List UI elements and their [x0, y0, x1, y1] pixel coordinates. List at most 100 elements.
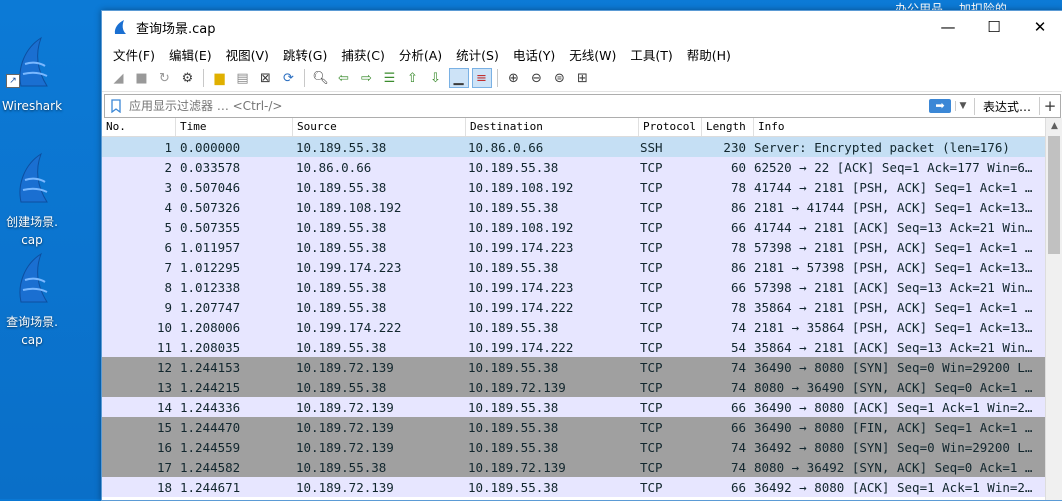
packet-length-cell: 78 — [730, 239, 746, 255]
packet-row[interactable]: 9 1.207747 10.189.55.38 10.199.174.222 TCP 78… — [102, 297, 1046, 317]
packet-row[interactable]: 7 1.012295 10.199.174.223 10.189.55.38 TCP 86… — [102, 257, 1046, 277]
scrollbar-thumb[interactable] — [1048, 136, 1060, 254]
packet-time-cell: 0.507355 — [180, 219, 241, 235]
packet-time-cell: 1.011957 — [180, 239, 241, 255]
packet-protocol-cell: TCP — [640, 399, 663, 415]
zoom-in-icon[interactable]: ⊕ — [504, 68, 524, 88]
zoom-normal-icon[interactable]: ⊜ — [550, 68, 570, 88]
menu-tools[interactable]: 工具(T) — [623, 45, 679, 64]
packet-row[interactable]: 8 1.012338 10.189.55.38 10.199.174.223 TCP 66… — [102, 277, 1046, 297]
close-file-icon[interactable]: ⊠ — [256, 68, 276, 88]
packet-row[interactable]: 5 0.507355 10.189.55.38 10.189.108.192 TCP 66… — [102, 217, 1046, 237]
packet-row[interactable]: 2 0.033578 10.86.0.66 10.189.55.38 TCP 60 6252… — [102, 157, 1046, 177]
menu-capture[interactable]: 捕获(C) — [334, 45, 391, 64]
find-packet-icon[interactable]: 🔍︎ — [311, 68, 331, 88]
packet-length-cell: 74 — [730, 319, 746, 335]
column-header-info[interactable]: Info — [754, 118, 1046, 136]
packet-row[interactable]: 12 1.244153 10.189.72.139 10.189.55.38 TCP 74… — [102, 357, 1046, 377]
packet-source-cell: 10.189.55.38 — [296, 299, 387, 315]
colorize-icon[interactable]: ≡ — [471, 68, 492, 88]
bookmark-icon[interactable] — [109, 99, 123, 113]
packet-time-cell: 0.000000 — [180, 139, 241, 155]
menu-go[interactable]: 跳转(G) — [276, 45, 334, 64]
packet-row[interactable]: 4 0.507326 10.189.108.192 10.189.55.38 TCP 86… — [102, 197, 1046, 217]
packet-row[interactable]: 17 1.244582 10.189.55.38 10.189.72.139 TCP 74… — [102, 457, 1046, 477]
stop-capture-icon[interactable]: ■ — [132, 68, 152, 88]
packet-source-cell: 10.199.174.222 — [296, 319, 402, 335]
go-first-icon[interactable]: ⇧ — [403, 68, 423, 88]
menu-help[interactable]: 帮助(H) — [680, 45, 738, 64]
packet-destination-cell: 10.189.55.38 — [468, 479, 559, 495]
display-filter-bar: ➡ ▼ 表达式… + — [104, 94, 1061, 118]
packet-info-cell: 8080 → 36490 [SYN, ACK] Seq=0 Ack=1 … — [754, 379, 1033, 395]
menu-telephony[interactable]: 电话(Y) — [506, 45, 562, 64]
packet-list-scrollbar[interactable]: ▲ — [1045, 118, 1062, 500]
packet-row[interactable]: 16 1.244559 10.189.72.139 10.189.55.38 TCP 74… — [102, 437, 1046, 457]
go-to-packet-icon[interactable]: ☰ — [380, 68, 400, 88]
packet-destination-cell: 10.189.72.139 — [468, 459, 566, 475]
column-header-no[interactable]: No. — [102, 118, 176, 136]
scroll-up-icon[interactable]: ▲ — [1046, 118, 1062, 135]
packet-list: No. Time Source Destination Protocol Len… — [102, 118, 1046, 500]
column-header-destination[interactable]: Destination — [466, 118, 639, 136]
packet-row[interactable]: 15 1.244470 10.189.72.139 10.189.55.38 TCP 66… — [102, 417, 1046, 437]
reload-file-icon[interactable]: ⟳ — [279, 68, 299, 88]
menu-edit[interactable]: 编辑(E) — [162, 45, 219, 64]
packet-protocol-cell: TCP — [640, 379, 663, 395]
packet-info-cell: 2181 → 57398 [PSH, ACK] Seq=1 Ack=13… — [754, 259, 1033, 275]
column-header-length[interactable]: Length — [702, 118, 754, 136]
packet-row[interactable]: 1 0.000000 10.189.55.38 10.86.0.66 SSH 230 Ser… — [102, 137, 1046, 157]
go-back-icon[interactable]: ⇦ — [334, 68, 354, 88]
menu-file[interactable]: 文件(F) — [106, 45, 162, 64]
packet-row[interactable]: 11 1.208035 10.189.55.38 10.199.174.222 TCP 5… — [102, 337, 1046, 357]
menu-view[interactable]: 视图(V) — [219, 45, 276, 64]
column-header-source[interactable]: Source — [293, 118, 466, 136]
packet-row[interactable]: 13 1.244215 10.189.55.38 10.189.72.139 TCP 74… — [102, 377, 1046, 397]
desktop-icon-query-cap[interactable]: 查询场景. cap — [0, 232, 64, 367]
apply-filter-arrow-icon[interactable]: ➡ — [928, 99, 951, 113]
start-capture-icon[interactable]: ◢ — [109, 68, 129, 88]
filter-history-chevron-down-icon[interactable]: ▼ — [954, 101, 970, 111]
packet-protocol-cell: TCP — [640, 359, 663, 375]
menu-analyze[interactable]: 分析(A) — [392, 45, 449, 64]
packet-row[interactable]: 18 1.244671 10.189.72.139 10.189.55.38 TCP 66… — [102, 477, 1046, 497]
packet-destination-cell: 10.189.55.38 — [468, 259, 559, 275]
go-last-icon[interactable]: ⇩ — [426, 68, 446, 88]
expression-button[interactable]: 表达式… — [973, 97, 1039, 115]
packet-source-cell: 10.189.72.139 — [296, 439, 394, 455]
add-filter-button[interactable]: + — [1039, 97, 1060, 115]
go-forward-icon[interactable]: ⇨ — [357, 68, 377, 88]
column-header-time[interactable]: Time — [176, 118, 293, 136]
packet-row[interactable]: 3 0.507046 10.189.55.38 10.189.108.192 TCP 78… — [102, 177, 1046, 197]
column-header-protocol[interactable]: Protocol — [639, 118, 702, 136]
packet-row[interactable]: 14 1.244336 10.189.72.139 10.189.55.38 TCP 66… — [102, 397, 1046, 417]
packet-source-cell: 10.189.72.139 — [296, 419, 394, 435]
minimize-button[interactable]: — — [925, 11, 971, 43]
packet-destination-cell: 10.189.55.38 — [468, 439, 559, 455]
menu-wireless[interactable]: 无线(W) — [562, 45, 623, 64]
packet-destination-cell: 10.86.0.66 — [468, 139, 544, 155]
resize-columns-icon[interactable]: ⊞ — [573, 68, 593, 88]
packet-row[interactable]: 6 1.011957 10.189.55.38 10.199.174.223 TCP 78… — [102, 237, 1046, 257]
menu-statistics[interactable]: 统计(S) — [449, 45, 506, 64]
save-file-icon[interactable]: ▤ — [233, 68, 253, 88]
restart-capture-icon[interactable]: ↻ — [155, 68, 175, 88]
packet-time-cell: 0.507326 — [180, 199, 241, 215]
packet-length-cell: 86 — [730, 199, 746, 215]
close-button[interactable]: ✕ — [1017, 11, 1062, 43]
open-file-icon[interactable]: ▆ — [210, 68, 230, 88]
toolbar-separator — [304, 69, 305, 87]
packet-number-cell: 10 — [156, 319, 172, 335]
autoscroll-icon[interactable]: ▁ — [448, 68, 469, 88]
packet-row[interactable]: 10 1.208006 10.199.174.222 10.189.55.38 TCP 7… — [102, 317, 1046, 337]
main-toolbar: ◢ ■ ↻ ⚙ ▆ ▤ ⊠ ⟳ 🔍︎ ⇦ ⇨ ☰ ⇧ ⇩ ▁ ≡ ⊕ ⊖ ⊜ ⊞ — [102, 65, 1062, 92]
packet-info-cell: 36490 → 8080 [ACK] Seq=1 Ack=1 Win=2… — [754, 399, 1033, 415]
capture-options-icon[interactable]: ⚙ — [178, 68, 198, 88]
desktop-icon-wireshark[interactable]: ↗ Wireshark — [0, 34, 64, 115]
packet-length-cell: 66 — [730, 219, 746, 235]
title-bar[interactable]: 查询场景.cap — ☐ ✕ — [102, 11, 1062, 43]
maximize-button[interactable]: ☐ — [971, 11, 1017, 43]
zoom-out-icon[interactable]: ⊖ — [527, 68, 547, 88]
display-filter-input[interactable] — [127, 98, 929, 114]
packet-length-cell: 66 — [730, 419, 746, 435]
